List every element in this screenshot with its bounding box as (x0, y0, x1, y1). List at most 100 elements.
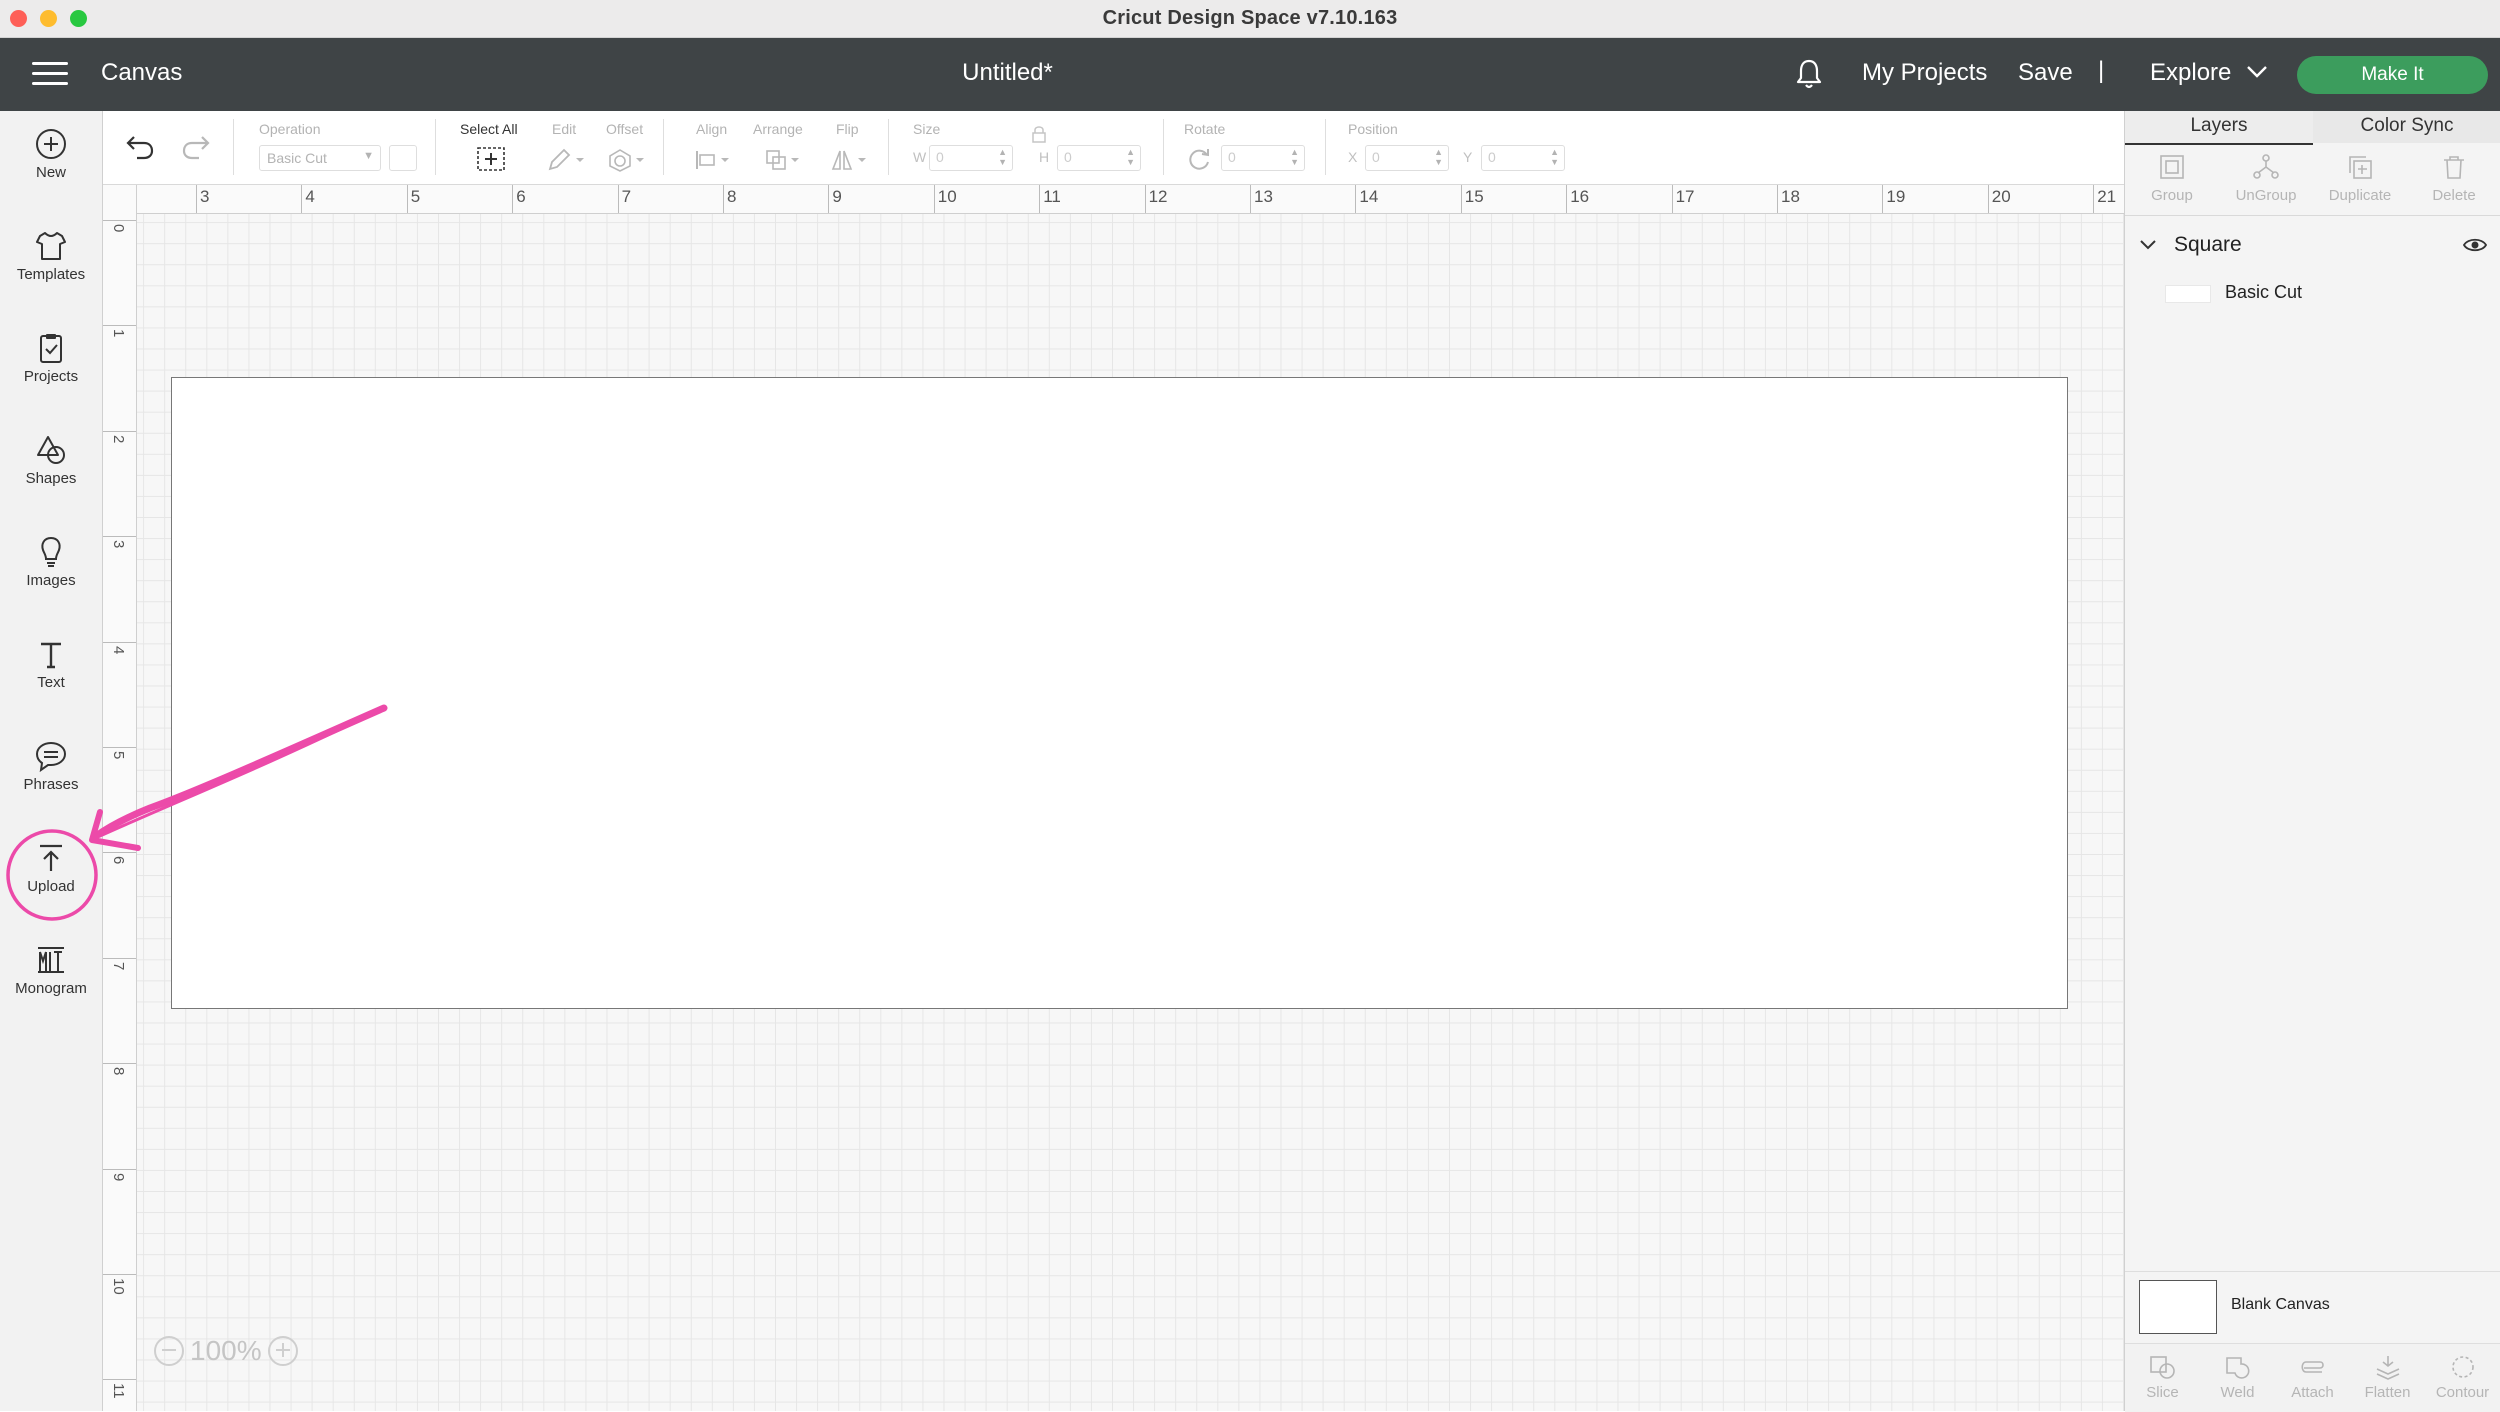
flatten-icon (2376, 1356, 2399, 1380)
width-input[interactable]: 0 ▲ ▼ (929, 145, 1013, 171)
ruler-tick-label: 11 (1043, 187, 1061, 206)
ruler-tick (103, 1063, 136, 1065)
ruler-tick-label: 14 (1359, 187, 1379, 206)
stepper-icon: ▲ ▼ (1126, 147, 1135, 167)
sidebar-item-templates[interactable]: Templates (0, 213, 102, 309)
lightbulb-icon (41, 536, 61, 567)
slice-button[interactable]: Slice (2125, 1354, 2200, 1401)
delete-button[interactable]: Delete (2407, 153, 2500, 204)
redo-icon[interactable] (181, 133, 211, 161)
sidebar-item-text[interactable]: Text (0, 621, 102, 717)
sidebar-item-label: New (35, 164, 66, 181)
layer-group-square[interactable]: Square (2125, 223, 2500, 267)
contour-label: Contour (2435, 1384, 2490, 1401)
operation-color-swatch[interactable] (389, 145, 417, 171)
toolbar-divider (888, 119, 889, 175)
vertical-ruler: 0 1 2 3 4 5 6 7 8 9 10 11 (103, 185, 137, 1411)
ruler-tick-label: 20 (1991, 187, 2011, 206)
position-y-input[interactable]: 0 ▲ ▼ (1481, 145, 1565, 171)
operation-select[interactable]: Basic Cut ▼ (259, 145, 381, 171)
position-x-label: X (1348, 149, 1358, 165)
sidebar-item-upload[interactable]: Upload (0, 825, 102, 921)
ruler-tick (103, 325, 136, 327)
ruler-tick (617, 185, 619, 213)
ruler-tick (103, 1168, 136, 1170)
width-label: W (913, 149, 927, 165)
sidebar-item-label: Shapes (25, 470, 77, 487)
zoom-window-button[interactable] (70, 10, 87, 27)
tab-layers[interactable]: Layers (2125, 111, 2313, 145)
explore-menu[interactable]: Explore (2150, 59, 2231, 87)
stepper-icon: ▲ ▼ (998, 147, 1007, 167)
position-x-input[interactable]: 0 ▲ ▼ (1365, 145, 1449, 171)
zoom-in-button[interactable] (267, 1336, 298, 1366)
flatten-button[interactable]: Flatten (2350, 1354, 2425, 1401)
ungroup-button[interactable]: UnGroup (2219, 153, 2313, 204)
rotate-input[interactable]: 0 ▲ ▼ (1221, 145, 1305, 171)
duplicate-button[interactable]: Duplicate (2313, 153, 2407, 204)
ruler-tick (301, 185, 303, 213)
sidebar-item-label: Text (37, 674, 65, 691)
notification-bell-icon[interactable] (1794, 58, 1824, 90)
panel-tabs: Layers Color Sync (2125, 111, 2500, 145)
ruler-tick-label: 16 (1570, 187, 1590, 206)
square-shape[interactable] (171, 377, 2068, 1009)
sidebar-item-monogram[interactable]: Monogram (0, 927, 102, 1023)
toolbar-divider (663, 119, 664, 175)
upload-arrow-icon (40, 844, 62, 871)
document-title[interactable]: Untitled* (0, 59, 2015, 87)
ruler-tick (512, 185, 514, 213)
save-button[interactable]: Save (2018, 59, 2073, 87)
window-title: Cricut Design Space v7.10.163 (1102, 7, 1398, 29)
minimize-window-button[interactable] (40, 10, 57, 27)
height-label: H (1039, 149, 1050, 165)
edit-pencil-icon[interactable] (546, 147, 586, 173)
weld-button[interactable]: Weld (2200, 1354, 2275, 1401)
my-projects-link[interactable]: My Projects (1862, 59, 1987, 87)
sidebar-item-shapes[interactable]: Shapes (0, 417, 102, 513)
ungroup-label: UnGroup (2235, 187, 2297, 204)
group-button[interactable]: Group (2125, 153, 2219, 204)
ruler-tick (828, 185, 830, 213)
attach-label: Attach (2291, 1384, 2334, 1401)
sidebar-item-phrases[interactable]: Phrases (0, 723, 102, 819)
monogram-icon (38, 947, 64, 973)
close-window-button[interactable] (10, 10, 27, 27)
sidebar-item-projects[interactable]: Projects (0, 315, 102, 411)
offset-icon[interactable] (606, 147, 646, 173)
ruler-tick-label: 7 (621, 187, 632, 206)
attach-button[interactable]: Attach (2275, 1354, 2350, 1401)
rotate-icon[interactable] (1185, 145, 1213, 173)
eye-visibility-icon[interactable] (2463, 237, 2487, 253)
contour-button[interactable]: Contour (2425, 1354, 2500, 1401)
sidebar-item-new[interactable]: New (0, 111, 102, 207)
chevron-down-icon[interactable] (2139, 239, 2157, 251)
blank-canvas-label: Blank Canvas (2231, 1296, 2330, 1313)
clipboard-icon (40, 334, 62, 363)
blank-canvas-row[interactable]: Blank Canvas (2125, 1271, 2500, 1342)
width-value: 0 (936, 149, 944, 165)
undo-icon[interactable] (125, 133, 155, 161)
height-input[interactable]: 0 ▲ ▼ (1057, 145, 1141, 171)
sidebar-item-label: Phrases (23, 776, 79, 793)
edit-label: Edit (552, 121, 577, 137)
zoom-out-button[interactable] (154, 1336, 184, 1366)
lock-icon[interactable] (1031, 125, 1047, 143)
make-it-button[interactable]: Make It (2297, 56, 2488, 94)
select-all-icon[interactable] (475, 145, 507, 173)
tab-color-sync[interactable]: Color Sync (2313, 111, 2500, 143)
ruler-tick (103, 536, 136, 538)
ruler-tick (1987, 185, 1989, 213)
duplicate-icon (2349, 156, 2372, 179)
arrange-icon[interactable] (763, 147, 803, 173)
blank-canvas-thumbnail (2139, 1280, 2217, 1334)
layer-item-basic-cut[interactable]: Basic Cut (2125, 271, 2500, 315)
left-sidebar: New Templates Projects Shapes Images Tex… (0, 111, 103, 1411)
sidebar-item-label: Upload (27, 878, 75, 895)
position-x-value: 0 (1372, 149, 1380, 165)
sidebar-item-images[interactable]: Images (0, 519, 102, 615)
flip-icon[interactable] (830, 147, 870, 173)
ruler-tick-label: 17 (1675, 187, 1695, 206)
align-icon[interactable] (693, 147, 733, 173)
chevron-down-icon[interactable] (2246, 64, 2268, 80)
